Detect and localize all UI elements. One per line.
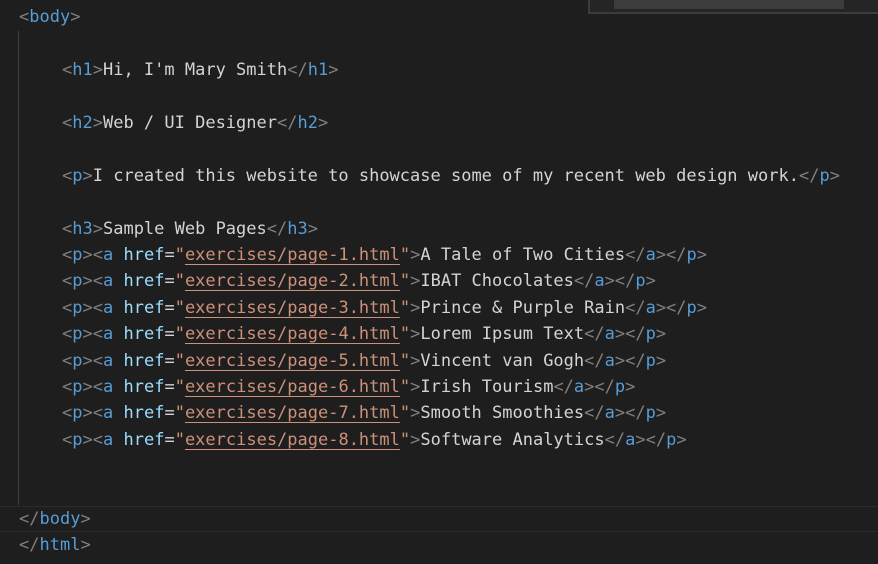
line-highlight bbox=[0, 506, 878, 532]
tag-name: h3 bbox=[72, 219, 93, 239]
tag-name: a bbox=[102, 351, 114, 371]
code-line-body-close: </body> bbox=[19, 509, 91, 529]
tag-name: p bbox=[72, 166, 83, 186]
code-line-h2: <h2>Web / UI Designer</h2> bbox=[62, 113, 329, 133]
tag-name: h2 bbox=[297, 113, 318, 133]
href-link[interactable]: exercises/page-5.html bbox=[185, 351, 400, 371]
tag-name: p bbox=[645, 351, 656, 371]
link-label: Irish Tourism bbox=[420, 377, 554, 397]
tag-name: a bbox=[594, 271, 605, 291]
h3-text: Sample Web Pages bbox=[102, 219, 267, 239]
href-link[interactable]: exercises/page-6.html bbox=[185, 377, 400, 397]
code-line-body-open: <body> bbox=[19, 7, 81, 27]
h1-text: Hi, I'm Mary Smith bbox=[102, 60, 288, 80]
find-widget-edge bbox=[588, 0, 878, 14]
href-link[interactable]: exercises/page-8.html bbox=[185, 430, 400, 450]
tag-name: p bbox=[72, 271, 83, 291]
attr-name: href bbox=[123, 377, 165, 397]
link-label: Smooth Smoothies bbox=[420, 403, 585, 423]
tag-name: h3 bbox=[287, 219, 308, 239]
tag-name: p bbox=[72, 324, 83, 344]
attr-name: href bbox=[123, 351, 165, 371]
attr-name: href bbox=[123, 271, 165, 291]
href-link[interactable]: exercises/page-1.html bbox=[185, 245, 400, 265]
href-link[interactable]: exercises/page-2.html bbox=[185, 271, 400, 291]
tag-name: p bbox=[645, 403, 656, 423]
tag-name: p bbox=[72, 298, 83, 318]
p-intro-text: I created this website to showcase some … bbox=[92, 166, 799, 186]
tag-name: p bbox=[819, 166, 830, 186]
tag-name: body bbox=[29, 7, 71, 27]
attr-name: href bbox=[123, 298, 165, 318]
tag-name: a bbox=[102, 324, 114, 344]
tag-name: a bbox=[102, 271, 114, 291]
link-label: Vincent van Gogh bbox=[420, 351, 585, 371]
code-editor[interactable]: <body> <h1>Hi, I'm Mary Smith</h1> <h2>W… bbox=[0, 0, 878, 564]
tag-name: p bbox=[666, 430, 677, 450]
href-link[interactable]: exercises/page-3.html bbox=[185, 298, 400, 318]
tag-name: p bbox=[72, 245, 83, 265]
link-label: IBAT Chocolates bbox=[420, 271, 574, 291]
tag-name: h1 bbox=[307, 60, 329, 80]
code-line-link: <p><a href="exercises/page-1.html">A Tal… bbox=[62, 245, 708, 265]
code-line-h3: <h3>Sample Web Pages</h3> bbox=[62, 219, 318, 239]
tag-name: p bbox=[686, 298, 697, 318]
tag-name: a bbox=[625, 430, 636, 450]
tag-name: p bbox=[72, 351, 83, 371]
tag-name: p bbox=[72, 430, 83, 450]
link-label: Lorem Ipsum Text bbox=[420, 324, 585, 344]
tag-name: a bbox=[102, 298, 114, 318]
tag-name: a bbox=[102, 377, 114, 397]
attr-name: href bbox=[123, 245, 165, 265]
href-link[interactable]: exercises/page-7.html bbox=[185, 403, 400, 423]
attr-name: href bbox=[123, 324, 165, 344]
code-line-p-intro: <p>I created this website to showcase so… bbox=[62, 166, 840, 186]
tag-name: p bbox=[686, 245, 697, 265]
tag-name: a bbox=[604, 403, 615, 423]
link-label: A Tale of Two Cities bbox=[420, 245, 626, 265]
tag-name: a bbox=[102, 430, 114, 450]
tag-name: h2 bbox=[72, 113, 93, 133]
link-label: Prince & Purple Rain bbox=[420, 298, 626, 318]
code-line-html-close: </html> bbox=[19, 535, 91, 555]
code-line-link: <p><a href="exercises/page-5.html">Vince… bbox=[62, 351, 667, 371]
code-line-link: <p><a href="exercises/page-3.html">Princ… bbox=[62, 298, 708, 318]
attr-name: href bbox=[123, 430, 165, 450]
code-line-link: <p><a href="exercises/page-6.html">Irish… bbox=[62, 377, 636, 397]
tag-name: a bbox=[645, 298, 656, 318]
code-line-link: <p><a href="exercises/page-4.html">Lorem… bbox=[62, 324, 667, 344]
tag-name: a bbox=[645, 245, 656, 265]
code-line-link: <p><a href="exercises/page-2.html">IBAT … bbox=[62, 271, 656, 291]
tag-name: a bbox=[102, 403, 114, 423]
attr-name: href bbox=[123, 403, 165, 423]
h2-text: Web / UI Designer bbox=[102, 113, 277, 133]
tag-name: html bbox=[39, 535, 81, 555]
tag-name: p bbox=[614, 377, 626, 397]
tag-name: a bbox=[604, 324, 615, 344]
href-link[interactable]: exercises/page-4.html bbox=[185, 324, 400, 344]
tag-name: body bbox=[39, 509, 81, 529]
code-line-link: <p><a href="exercises/page-7.html">Smoot… bbox=[62, 403, 667, 423]
tag-name: a bbox=[573, 377, 585, 397]
tag-name: p bbox=[645, 324, 656, 344]
indent-guide bbox=[18, 31, 19, 505]
tag-name: a bbox=[604, 351, 615, 371]
tag-name: h1 bbox=[72, 60, 93, 80]
tag-name: p bbox=[72, 403, 83, 423]
code-line-link: <p><a href="exercises/page-8.html">Softw… bbox=[62, 430, 687, 450]
link-label: Software Analytics bbox=[420, 430, 605, 450]
tag-name: p bbox=[635, 271, 646, 291]
tag-name: a bbox=[102, 245, 114, 265]
tag-name: p bbox=[72, 377, 83, 397]
code-line-h1: <h1>Hi, I'm Mary Smith</h1> bbox=[62, 60, 339, 80]
